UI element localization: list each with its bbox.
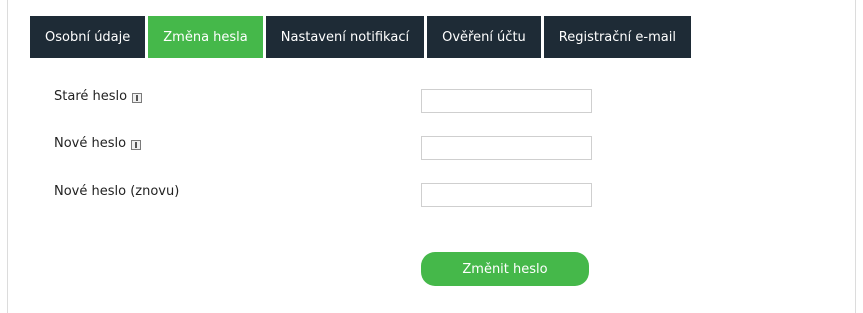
tab-nastaveni-notifikaci[interactable]: Nastavení notifikací xyxy=(265,16,425,58)
confirm-password-row: Nové heslo (znovu) xyxy=(54,184,179,199)
tab-registracni-email[interactable]: Registrační e-mail xyxy=(543,16,691,58)
tab-overeni-uctu[interactable]: Ověření účtu xyxy=(427,16,541,58)
new-password-row: Nové heslo xyxy=(54,136,142,151)
tab-zmena-hesla[interactable]: Změna hesla xyxy=(148,16,263,58)
old-password-input[interactable] xyxy=(421,89,592,113)
new-password-input[interactable] xyxy=(421,136,592,160)
confirm-password-label: Nové heslo (znovu) xyxy=(54,184,180,199)
old-password-label: Staré heslo xyxy=(54,89,128,104)
tab-osobni-udaje[interactable]: Osobní údaje xyxy=(30,16,146,58)
old-password-row: Staré heslo xyxy=(54,89,143,104)
change-password-button[interactable]: Změnit heslo xyxy=(421,252,589,286)
new-password-label: Nové heslo xyxy=(54,136,127,151)
info-icon[interactable] xyxy=(131,139,142,150)
info-icon[interactable] xyxy=(132,92,143,103)
confirm-password-input[interactable] xyxy=(421,183,592,207)
tab-bar: Osobní údaje Změna hesla Nastavení notif… xyxy=(30,16,691,58)
